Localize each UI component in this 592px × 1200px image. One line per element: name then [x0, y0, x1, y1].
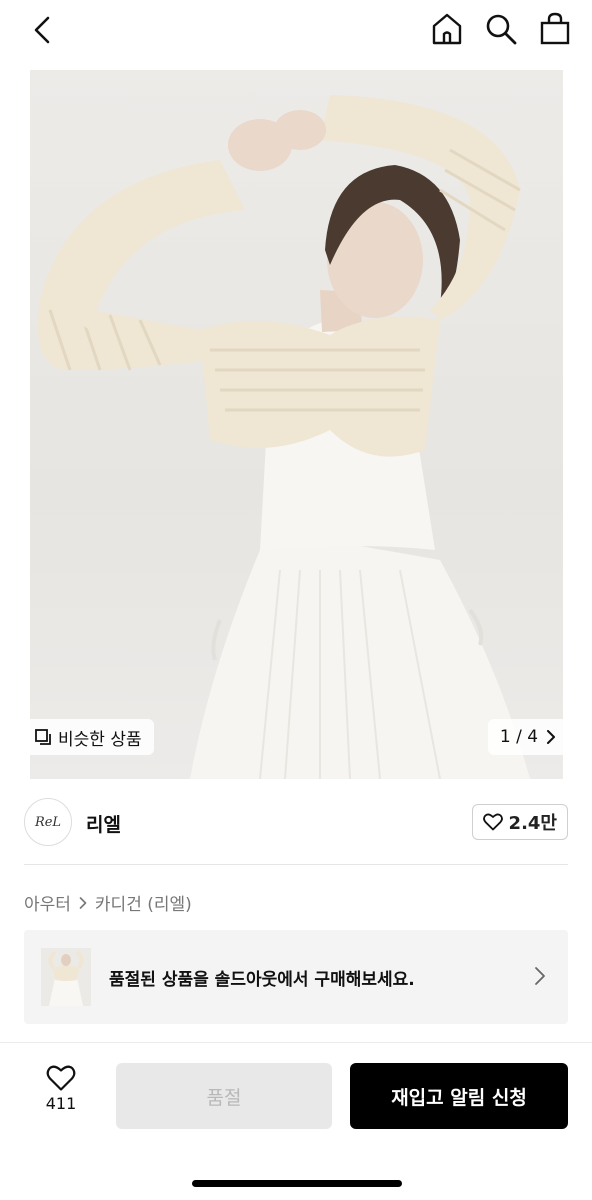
product-photo	[38, 95, 530, 779]
bottom-separator	[0, 1042, 592, 1043]
top-bar	[0, 0, 592, 64]
brand-like-button[interactable]: 2.4만	[471, 804, 568, 840]
wishlist-count: 411	[45, 1094, 77, 1113]
breadcrumb: 아우터 카디건 (리엘)	[24, 890, 192, 915]
divider	[24, 864, 568, 865]
heart-icon	[46, 1065, 76, 1091]
chevron-right-icon	[547, 730, 556, 744]
home-indicator	[192, 1180, 402, 1187]
soldout-banner[interactable]: 품절된 상품을 솔드아웃에서 구매해보세요.	[24, 930, 568, 1024]
brand-like-count: 2.4만	[508, 813, 557, 834]
chevron-left-icon	[34, 16, 50, 44]
soldout-thumbnail	[41, 948, 91, 1006]
chevron-right-icon	[535, 967, 545, 985]
copy-icon	[35, 729, 51, 745]
cart-button[interactable]	[536, 10, 574, 48]
back-button[interactable]	[26, 12, 62, 48]
product-image[interactable]	[30, 70, 563, 779]
similar-products-button[interactable]: 비슷한 상품	[24, 719, 154, 755]
soldout-button[interactable]: 품절	[116, 1063, 332, 1129]
image-pager[interactable]: 1 / 4	[488, 719, 568, 755]
soldout-banner-text: 품절된 상품을 솔드아웃에서 구매해보세요.	[109, 970, 415, 990]
brand-row: ReL 리엘 2.4만	[24, 798, 568, 850]
brand-name[interactable]: 리엘	[86, 810, 121, 837]
chevron-right-icon	[79, 896, 87, 909]
home-button[interactable]	[428, 10, 466, 48]
restock-alert-button[interactable]: 재입고 알림 신청	[350, 1063, 568, 1129]
similar-products-label: 비슷한 상품	[58, 729, 142, 750]
search-icon	[486, 14, 517, 45]
brand-logo[interactable]: ReL	[24, 798, 72, 846]
home-icon	[432, 13, 462, 45]
search-button[interactable]	[482, 10, 520, 48]
breadcrumb-category[interactable]: 아우터	[24, 890, 71, 915]
heart-icon	[482, 813, 503, 831]
breadcrumb-subcategory[interactable]: 카디건 (리엘)	[95, 890, 192, 915]
pager-text: 1 / 4	[499, 727, 539, 747]
wishlist-button[interactable]: 411	[36, 1064, 86, 1126]
shopping-bag-icon	[540, 12, 570, 45]
brand-logo-text: ReL	[34, 814, 62, 830]
